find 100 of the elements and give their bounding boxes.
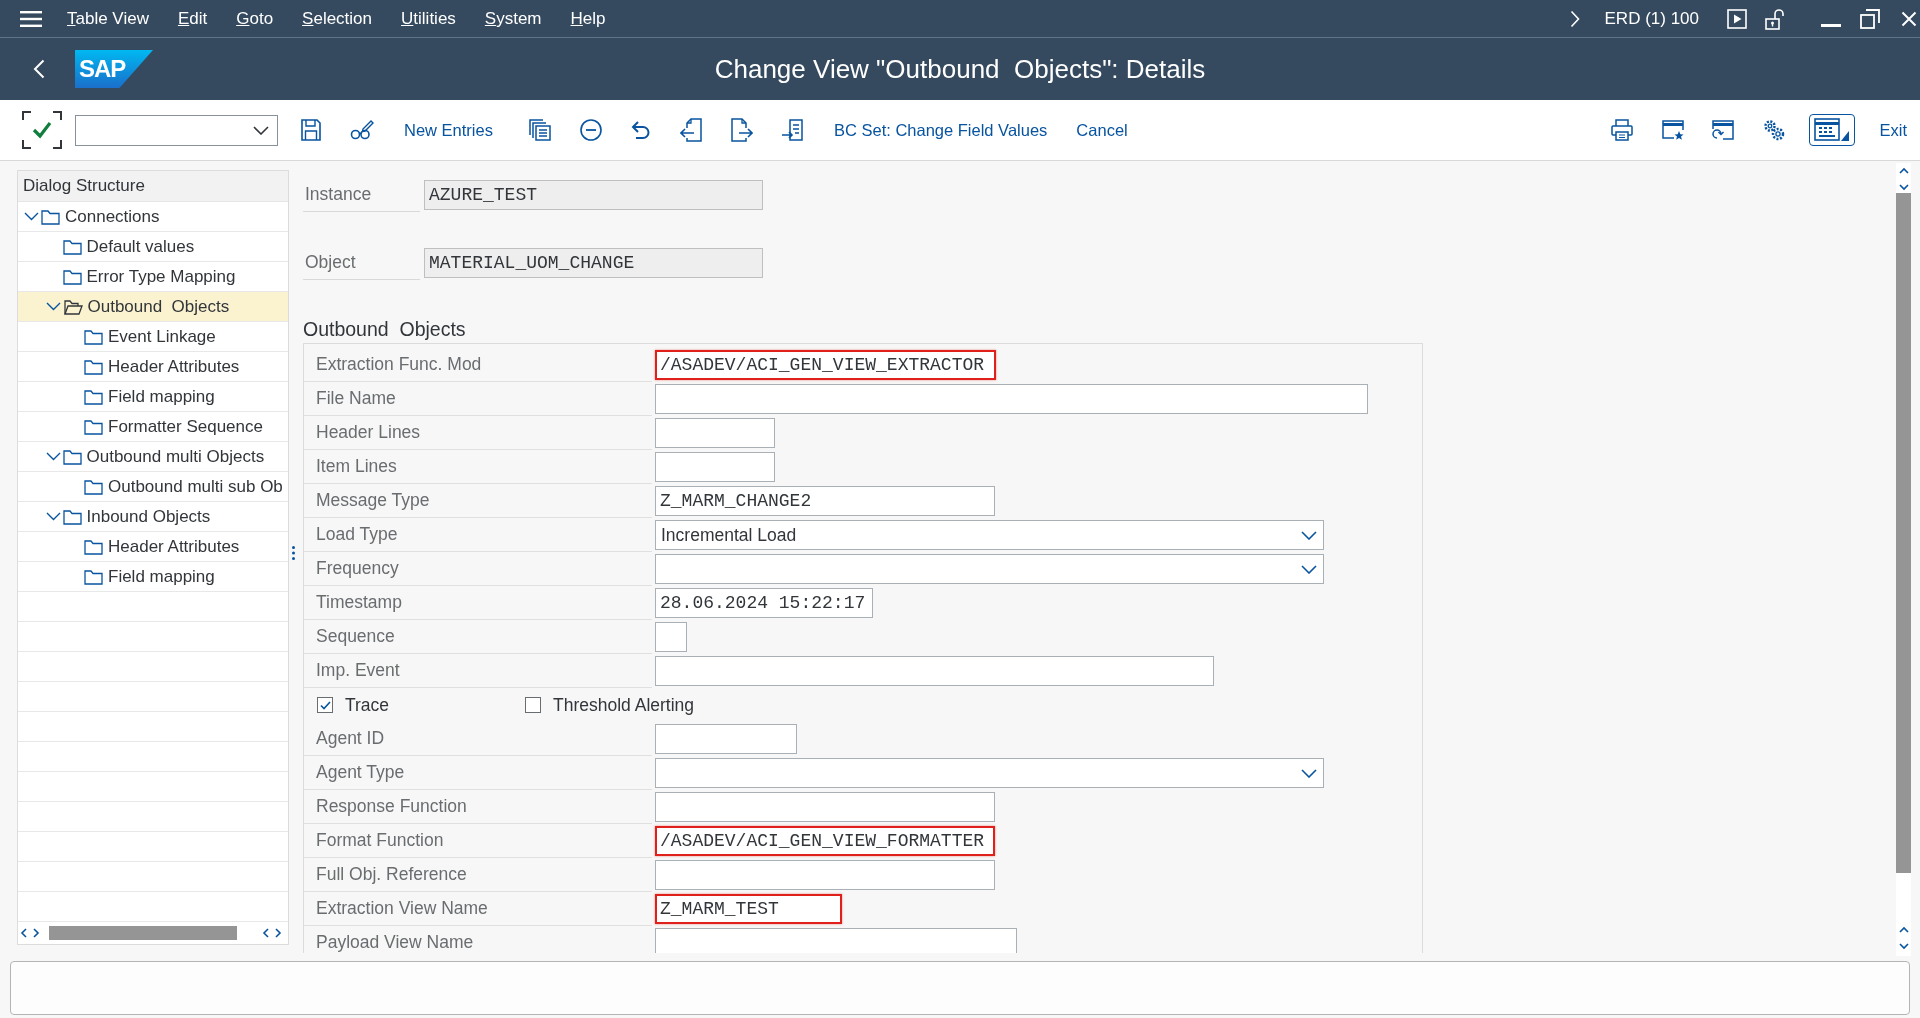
document-arrow-icon[interactable] [780,119,803,141]
exit-button[interactable]: Exit [1879,120,1907,140]
input-field[interactable]: /ASADEV/ACI_GEN_VIEW_EXTRACTOR [655,350,996,380]
checkbox[interactable] [317,697,333,713]
open-folder-icon [62,298,83,315]
folder-icon [62,448,82,465]
folder-icon [84,328,103,345]
logo: SAP [75,50,153,88]
field-label: Full Obj. Reference [316,864,467,885]
group-title: Outbound Objects [303,317,466,341]
field-label: Timestamp [316,592,402,613]
caret-down-icon [1301,564,1317,574]
checkbox-label: Threshold Alerting [553,694,695,716]
chevron-down-icon[interactable] [45,302,61,311]
field-label: Message Type [316,490,430,511]
chevron-right-icon[interactable] [1569,9,1580,28]
input-field[interactable]: 28.06.2024 15:22:17 [655,588,873,618]
input-field[interactable] [655,384,1368,414]
dropdown[interactable]: Incremental Load [655,520,1324,550]
caret-down-icon [1301,768,1317,778]
checkmark-icon [319,700,331,710]
document-left-arrow-icon[interactable] [679,118,702,142]
splitter-handle[interactable] [292,546,295,560]
menu-item[interactable]: Utilities [401,8,456,29]
unlocked-icon[interactable] [1765,7,1785,30]
input-field[interactable] [655,860,995,890]
folder-icon [62,508,82,525]
menu-icon[interactable] [20,10,42,27]
caret-down-icon [1301,530,1317,540]
field-label: Sequence [316,626,395,647]
field-label: Header Lines [316,422,421,443]
chevron-down-icon[interactable] [45,512,61,521]
input-field[interactable] [655,622,687,652]
field-label: Extraction Func. Mod [316,354,482,375]
field-label: Load Type [316,524,398,545]
cancel-button[interactable]: Cancel [1076,120,1128,140]
folder-icon [84,538,103,555]
checkbox[interactable] [525,697,541,713]
window-grid-icon [1814,118,1851,142]
input-field[interactable] [655,724,797,754]
gears-icon[interactable] [1763,119,1786,141]
scrollbar-thumb[interactable] [49,926,237,940]
window-star-icon[interactable] [1662,119,1685,141]
input-field[interactable] [655,656,1214,686]
field-label: Format Function [316,830,444,851]
menu-item[interactable]: System [484,8,542,29]
undo-icon[interactable] [630,120,651,140]
menu-item[interactable]: Help [570,8,606,29]
folder-icon [84,568,103,585]
close-icon[interactable] [1901,10,1917,27]
menu-item[interactable]: Table View [67,8,149,29]
input-field[interactable]: Z_MARM_TEST [655,894,842,924]
folder-icon [84,418,103,435]
menu-item[interactable]: Goto [236,8,274,29]
menu-item[interactable]: Edit [177,8,208,29]
play-icon[interactable] [1727,8,1747,29]
window-title: Change View "Outbound Objects": Details [714,53,1206,85]
chevron-down-icon[interactable] [24,212,39,221]
field-label: Response Function [316,796,467,817]
input-field[interactable] [655,928,1017,953]
input-field[interactable] [655,792,995,822]
input-field[interactable]: MATERIAL_UOM_CHANGE [424,248,763,278]
field-label: Instance [305,184,372,205]
check-icon[interactable] [22,111,62,149]
checkbox-label: Trace [345,694,390,716]
document-right-arrow-icon[interactable] [730,118,753,142]
minus-circle-icon[interactable] [579,119,602,141]
field-label: Item Lines [316,456,397,477]
panel-title: Dialog Structure [23,176,145,196]
bc-set-button[interactable]: BC Set: Change Field Values [833,120,1048,140]
system-info: ERD (1) 100 [1604,8,1699,29]
field-label: Object [305,252,356,273]
print-icon[interactable] [1611,119,1634,141]
input-field[interactable] [655,418,775,448]
window-refresh-icon[interactable] [1712,119,1735,141]
folder-icon [62,238,82,255]
input-field[interactable]: /ASADEV/ACI_GEN_VIEW_FORMATTER [655,826,995,856]
field-label: Extraction View Name [316,898,488,919]
menu-item[interactable]: Selection [302,8,373,29]
new-entries-button[interactable]: New Entries [404,120,493,140]
field-label: Frequency [316,558,399,579]
layout-button[interactable] [1809,114,1856,146]
back-icon[interactable] [33,59,45,79]
glasses-pen-icon[interactable] [350,119,374,141]
input-field[interactable]: Z_MARM_CHANGE2 [655,486,995,516]
input-field[interactable]: AZURE_TEST [424,180,763,210]
save-icon[interactable] [301,119,321,141]
command-field[interactable] [75,114,278,146]
caret-down-icon [253,125,269,135]
copy-icon[interactable] [528,119,551,141]
tree-item[interactable]: Outbound Objects [18,292,288,322]
field-label: Agent ID [316,728,385,749]
restore-icon[interactable] [1860,8,1880,29]
chevron-down-icon[interactable] [45,452,61,461]
input-field[interactable] [655,452,775,482]
folder-icon [84,358,103,375]
field-label: Imp. Event [316,660,400,681]
folder-icon [41,208,60,225]
folder-icon [84,388,103,405]
field-label: Agent Type [316,762,405,783]
